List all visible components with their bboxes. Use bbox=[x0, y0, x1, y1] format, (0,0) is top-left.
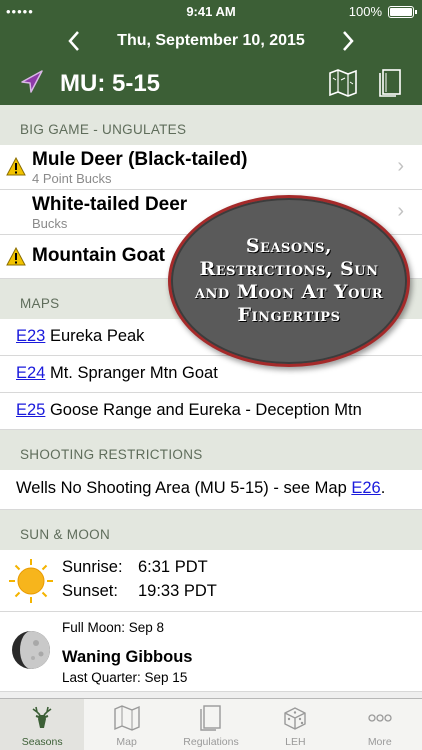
regulations-book-icon[interactable] bbox=[376, 68, 404, 98]
game-restriction: 4 Point Bucks bbox=[32, 171, 112, 186]
sunset-time: 19:33 PDT bbox=[138, 582, 217, 600]
tab-map[interactable]: Map bbox=[84, 699, 168, 750]
full-moon-date: Full Moon: Sep 8 bbox=[62, 620, 165, 635]
book-icon bbox=[200, 705, 221, 731]
next-day-button[interactable] bbox=[334, 28, 360, 54]
deer-icon bbox=[32, 706, 52, 728]
shooting-restriction-text: Wells No Shooting Area (MU 5-15) - see M… bbox=[16, 479, 352, 497]
map-name: Goose Range and Eureka - Deception Mtn bbox=[49, 401, 362, 419]
sunrise-label: Sunrise: bbox=[62, 558, 123, 576]
tab-leh[interactable]: LEH bbox=[253, 699, 337, 750]
tab-regulations[interactable]: Regulations bbox=[169, 699, 253, 750]
tab-bar: Seasons Map Regulations LEH More bbox=[0, 698, 422, 750]
page-title: MU: 5-15 bbox=[60, 70, 161, 97]
chevron-right-icon: › bbox=[397, 155, 404, 177]
map-row[interactable]: E24 Mt. Spranger Mtn Goat bbox=[0, 356, 422, 393]
battery-icon bbox=[388, 6, 417, 18]
map-row[interactable]: E25 Goose Range and Eureka - Deception M… bbox=[0, 393, 422, 430]
shooting-restriction-suffix: . bbox=[380, 479, 386, 497]
shooting-restriction-row: Wells No Shooting Area (MU 5-15) - see M… bbox=[0, 470, 422, 510]
title-bar: MU: 5-15 bbox=[0, 60, 422, 105]
section-header-shooting: SHOOTING RESTRICTIONS bbox=[0, 430, 422, 470]
map-button-icon[interactable] bbox=[328, 68, 358, 98]
sun-row: Sunrise: 6:31 PDT Sunset: 19:33 PDT bbox=[0, 550, 422, 612]
promo-badge: Seasons, Restrictions, Sun and Moon At Y… bbox=[168, 195, 410, 367]
game-name: Mountain Goat bbox=[32, 245, 165, 266]
tab-label: Regulations bbox=[183, 736, 239, 748]
map-link[interactable]: E24 bbox=[16, 364, 45, 382]
tab-label: More bbox=[367, 736, 392, 748]
content-list[interactable]: BIG GAME - UNGULATES Mule Deer (Black-ta… bbox=[0, 105, 422, 698]
last-quarter-date: Last Quarter: Sep 15 bbox=[62, 670, 188, 685]
tab-seasons[interactable]: Seasons bbox=[0, 699, 85, 750]
tab-label: LEH bbox=[285, 736, 306, 748]
chevron-right-icon: › bbox=[397, 200, 404, 222]
battery-percent: 100% bbox=[348, 4, 382, 19]
moon-phase-icon bbox=[12, 631, 50, 669]
map-link[interactable]: E25 bbox=[16, 401, 45, 419]
game-name: Mule Deer (Black-tailed) bbox=[32, 149, 248, 170]
promo-text: Seasons, Restrictions, Sun and Moon At Y… bbox=[194, 235, 384, 326]
more-icon bbox=[368, 714, 392, 722]
section-header-sun-moon: SUN & MOON bbox=[0, 510, 422, 550]
game-row-mule-deer[interactable]: Mule Deer (Black-tailed) 4 Point Bucks › bbox=[0, 145, 422, 190]
tab-label: Seasons bbox=[21, 736, 63, 748]
warning-icon bbox=[6, 247, 26, 266]
warning-icon bbox=[6, 157, 26, 176]
moon-row: Full Moon: Sep 8 Waning Gibbous Last Qua… bbox=[0, 612, 422, 692]
sun-icon bbox=[9, 559, 53, 603]
game-restriction: Bucks bbox=[32, 216, 68, 231]
tab-label: Map bbox=[116, 736, 137, 748]
status-bar: ••••• 9:41 AM 100% bbox=[0, 0, 422, 22]
section-header-big-game: BIG GAME - UNGULATES bbox=[0, 105, 422, 145]
map-name: Mt. Spranger Mtn Goat bbox=[49, 364, 218, 382]
tab-more[interactable]: More bbox=[338, 699, 422, 750]
map-link[interactable]: E23 bbox=[16, 327, 45, 345]
sunrise-time: 6:31 PDT bbox=[138, 558, 208, 576]
sunset-label: Sunset: bbox=[62, 582, 118, 600]
game-name: White-tailed Deer bbox=[32, 194, 188, 215]
map-name: Eureka Peak bbox=[49, 327, 145, 345]
dice-icon bbox=[284, 707, 307, 730]
app-header: ••••• 9:41 AM 100% Thu, September 10, 20… bbox=[0, 0, 422, 105]
location-arrow-icon[interactable] bbox=[18, 68, 46, 96]
map-icon bbox=[113, 705, 140, 731]
map-link[interactable]: E26 bbox=[351, 479, 380, 497]
date-bar: Thu, September 10, 2015 bbox=[0, 26, 422, 56]
moon-phase-name: Waning Gibbous bbox=[62, 648, 193, 666]
